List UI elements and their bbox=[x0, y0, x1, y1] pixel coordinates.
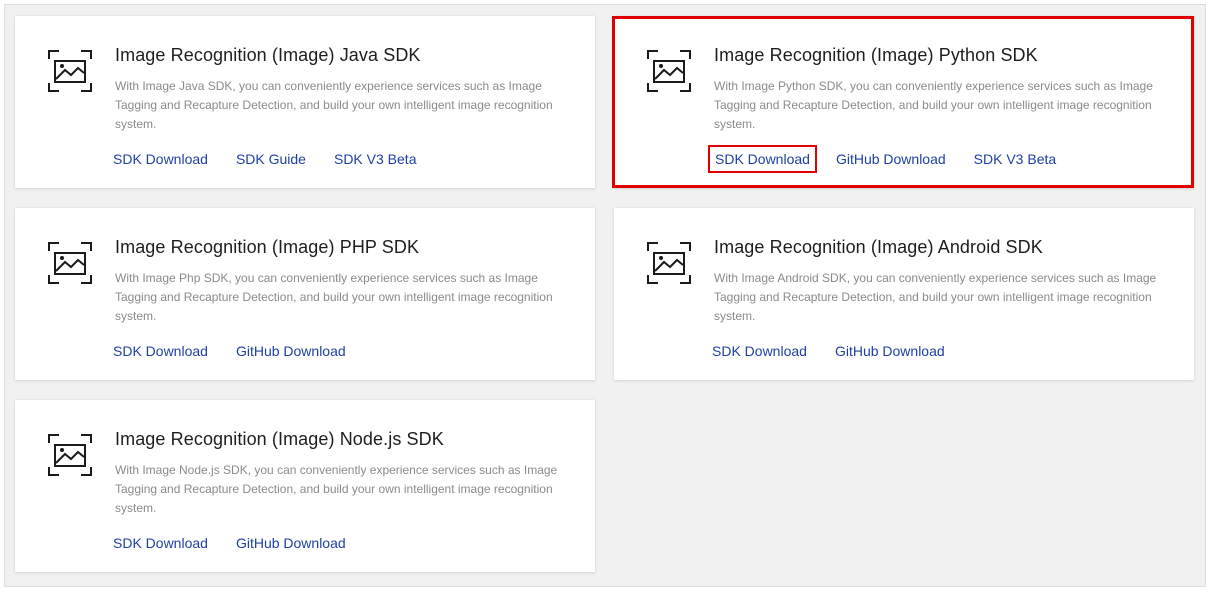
image-scan-icon bbox=[48, 242, 92, 284]
card-description: With Image Java SDK, you can convenientl… bbox=[115, 79, 553, 131]
github-download-link[interactable]: GitHub Download bbox=[834, 343, 946, 359]
card-description: With Image Php SDK, you can conveniently… bbox=[115, 271, 553, 323]
card-links: SDK Download GitHub Download bbox=[711, 343, 972, 359]
sdk-v3-beta-link[interactable]: SDK V3 Beta bbox=[973, 151, 1058, 167]
sdk-card-python: Image Recognition (Image) Python SDK Wit… bbox=[614, 16, 1194, 188]
card-description: With Image Android SDK, you can convenie… bbox=[714, 271, 1157, 323]
github-download-link[interactable]: GitHub Download bbox=[235, 535, 347, 551]
card-description: With Image Node.js SDK, you can convenie… bbox=[115, 463, 558, 515]
sdk-card-java: Image Recognition (Image) Java SDK With … bbox=[15, 16, 595, 188]
image-scan-icon bbox=[647, 242, 691, 284]
github-download-link[interactable]: GitHub Download bbox=[235, 343, 347, 359]
sdk-download-link[interactable]: SDK Download bbox=[112, 535, 209, 551]
sdk-v3-beta-link[interactable]: SDK V3 Beta bbox=[333, 151, 418, 167]
github-download-link[interactable]: GitHub Download bbox=[835, 151, 947, 167]
sdk-guide-link[interactable]: SDK Guide bbox=[235, 151, 307, 167]
sdk-download-link[interactable]: SDK Download bbox=[112, 151, 209, 167]
card-title: Image Recognition (Image) Android SDK bbox=[714, 237, 1043, 257]
image-scan-icon bbox=[48, 434, 92, 476]
card-links: SDK Download SDK Guide SDK V3 Beta bbox=[112, 151, 443, 167]
card-title: Image Recognition (Image) Python SDK bbox=[714, 45, 1038, 65]
card-description: With Image Python SDK, you can convenien… bbox=[714, 79, 1153, 131]
card-title: Image Recognition (Image) PHP SDK bbox=[115, 237, 420, 257]
card-title: Image Recognition (Image) Node.js SDK bbox=[115, 429, 444, 449]
image-scan-icon bbox=[48, 50, 92, 92]
card-links: SDK Download GitHub Download bbox=[112, 343, 373, 359]
sdk-card-android: Image Recognition (Image) Android SDK Wi… bbox=[614, 208, 1194, 380]
sdk-download-link[interactable]: SDK Download bbox=[711, 343, 808, 359]
card-links: SDK Download GitHub Download bbox=[112, 535, 373, 551]
sdk-card-php: Image Recognition (Image) PHP SDK With I… bbox=[15, 208, 595, 380]
image-scan-icon bbox=[647, 50, 691, 92]
sdk-download-link[interactable]: SDK Download bbox=[708, 145, 817, 173]
sdk-download-link[interactable]: SDK Download bbox=[112, 343, 209, 359]
card-title: Image Recognition (Image) Java SDK bbox=[115, 45, 421, 65]
card-links: SDK Download GitHub Download SDK V3 Beta bbox=[708, 145, 1083, 173]
sdk-card-nodejs: Image Recognition (Image) Node.js SDK Wi… bbox=[15, 400, 595, 572]
